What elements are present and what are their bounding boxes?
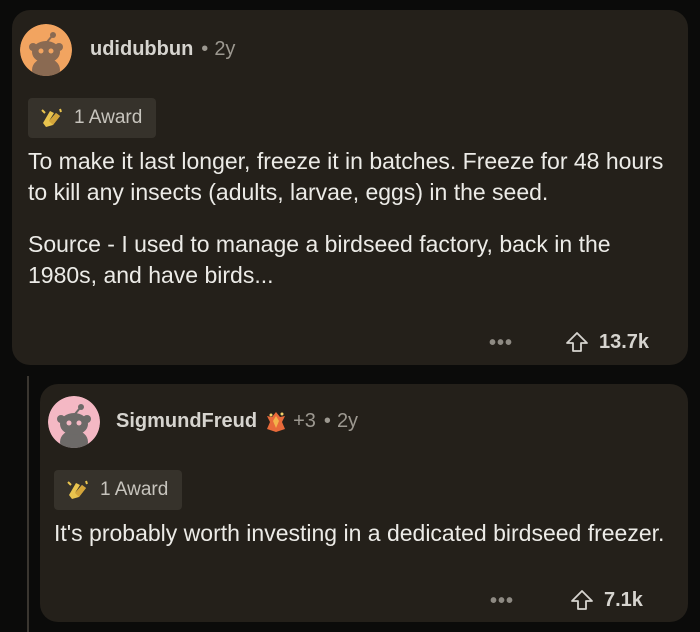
separator-dot: • bbox=[201, 38, 209, 60]
upvote-arrow-icon bbox=[566, 332, 588, 352]
clapping-hands-award-icon bbox=[40, 107, 66, 129]
comment-card: udidubbun • 2y 1 Award To make it last l… bbox=[12, 10, 688, 365]
separator-dot: • bbox=[323, 410, 331, 432]
karma-bonus: +3 bbox=[293, 410, 316, 432]
snoo-avatar-icon bbox=[20, 24, 72, 76]
username[interactable]: udidubbun bbox=[90, 38, 193, 61]
comment-age[interactable]: 2y bbox=[214, 38, 235, 61]
username[interactable]: SigmundFreud bbox=[116, 410, 257, 433]
award-badge[interactable]: 1 Award bbox=[28, 98, 157, 138]
thread-line[interactable] bbox=[27, 376, 29, 632]
comment-paragraph: It's probably worth investing in a dedic… bbox=[54, 520, 665, 546]
snoo-avatar-icon bbox=[48, 396, 100, 448]
more-options-button[interactable]: ••• bbox=[490, 590, 514, 613]
upvote-arrow-icon bbox=[571, 590, 593, 610]
more-options-button[interactable]: ••• bbox=[489, 332, 513, 355]
comment-age[interactable]: 2y bbox=[337, 410, 358, 433]
comment-meta: udidubbun • 2y bbox=[90, 38, 235, 61]
award-label: 1 Award bbox=[74, 107, 143, 128]
avatar[interactable] bbox=[20, 24, 72, 76]
comment-paragraph: To make it last longer, freeze it in bat… bbox=[28, 148, 664, 205]
comment-paragraph: Source - I used to manage a birdseed fac… bbox=[28, 231, 611, 288]
upvote-button[interactable]: 13.7k bbox=[565, 330, 649, 354]
comment-meta: SigmundFreud +3 • 2y bbox=[116, 410, 358, 433]
award-label: 1 Award bbox=[100, 479, 169, 500]
upvote-count: 7.1k bbox=[604, 588, 643, 611]
award-badge[interactable]: 1 Award bbox=[54, 470, 183, 510]
avatar[interactable] bbox=[48, 396, 100, 448]
clapping-hands-award-icon bbox=[66, 479, 92, 501]
reply-card: SigmundFreud +3 • 2y 1 Award It's probab… bbox=[40, 384, 688, 622]
comment-body: To make it last longer, freeze it in bat… bbox=[28, 146, 668, 291]
crystal-flair-icon bbox=[265, 411, 287, 433]
comment-body: It's probably worth investing in a dedic… bbox=[54, 518, 670, 549]
upvote-button[interactable]: 7.1k bbox=[570, 588, 643, 612]
upvote-count: 13.7k bbox=[599, 330, 650, 353]
